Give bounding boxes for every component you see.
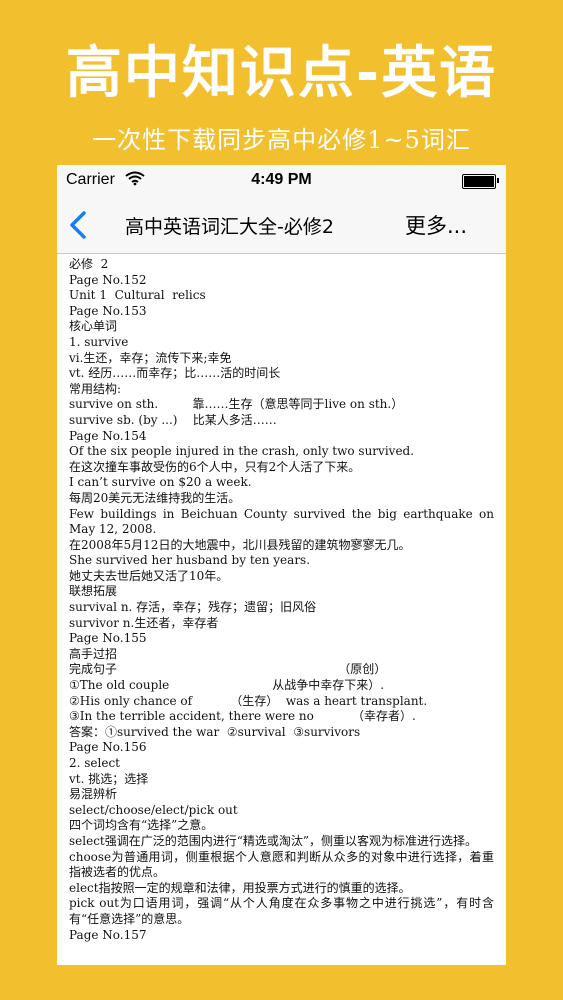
text-line: 常用结构: [69,381,122,396]
text-line: 在这次撞车事故受伤的6个人中，只有2个人活了下来。 [69,459,361,474]
text-line: ③In the terrible accident, there were no… [69,709,416,724]
text-line: 2. select [69,756,121,770]
text-line: ②His only chance of （生存） was a heart tra… [69,693,428,708]
text-line: ①The old couple 从战争中幸存下来）. [69,678,385,693]
text-line: Page No.157 [69,927,147,942]
battery-icon [462,174,499,189]
phone-screen: Carrier 4:49 PM 高中英语词汇大全-必修2 更多... 必修 2 … [57,165,506,965]
document-content[interactable]: 必修 2 Page No.152 Unit 1 Cultural relics … [57,254,506,943]
text-line: 1. survive [69,334,129,349]
text-line: select/choose/elect/pick out [69,802,238,817]
text-line: choose为普通用词，侧重根据个人意愿和判断从众多的对象中进行选择，着重指被选… [69,849,494,880]
status-time: 4:49 PM [251,171,312,188]
text-line: Page No.153 [69,303,147,318]
text-line: vi.生还，幸存；流传下来;幸免 [69,350,232,365]
text-line: 高手过招 [69,646,118,661]
promo-subtitle: 一次性下载同步高中必修1~5词汇 [92,126,471,154]
page-title: 高中英语词汇大全-必修2 [125,216,334,238]
back-chevron-icon[interactable] [67,210,91,240]
text-line: Page No.156 [69,740,147,755]
text-line: vt. 经历……而幸存；比……活的时间长 [69,366,281,381]
text-line: Few buildings in Beichuan County survive… [69,506,494,537]
text-line: 联想拓展 [69,584,118,599]
text-line: Page No.152 [69,272,147,287]
text-line: Of the six people injured in the crash, … [69,444,415,459]
navigation-bar: 高中英语词汇大全-必修2 更多... [57,195,506,254]
status-bar: Carrier 4:49 PM [57,165,506,195]
text-line: survive sb. (by ...) 比某人多活…… [69,412,277,427]
text-line: survive on sth. 靠……生存（意思等同于live on sth.） [69,397,404,412]
text-line: survivor n.生还者，幸存者 [69,615,219,630]
text-line: vt. 挑选；选择 [69,771,149,786]
text-line: Unit 1 Cultural relics [69,288,206,303]
text-line: 她丈夫去世后她又活了10年。 [69,568,229,583]
text-line: 必修 2 [69,257,109,271]
text-line: She survived her husband by ten years. [69,553,311,568]
text-line: Page No.155 [69,631,147,646]
text-line: 易混辨析 [69,787,118,802]
text-line: 核心单词 [69,319,118,334]
text-line: Page No.154 [69,428,147,443]
text-line: 每周20美元无法维持我的生活。 [69,490,241,505]
more-button[interactable]: 更多... [405,210,467,240]
text-line: 四个词均含有“选择”之意。 [69,818,214,833]
text-line: select强调在广泛的范围内进行“精选或淘汰”，侧重以客观为标准进行选择。 [69,833,478,848]
text-line: I can’t survive on $20 a week. [69,475,252,490]
text-line: 答案：①survived the war ②survival ③survivor… [69,724,361,739]
text-line: survival n. 存活，幸存；残存；遗留；旧风俗 [69,600,317,615]
text-line: elect指按照一定的规章和法律，用投票方式进行的慎重的选择。 [69,880,411,895]
text-line: 在2008年5月12日的大地震中，北川县残留的建筑物寥寥无几。 [69,537,411,552]
text-line: pick out为口语用词，强调“从个人角度在众多事物之中进行挑选”，有时含有“… [69,896,494,926]
promo-title: 高中知识点-英语 [65,41,498,106]
text-line: 完成句子 （原创） [69,662,387,677]
